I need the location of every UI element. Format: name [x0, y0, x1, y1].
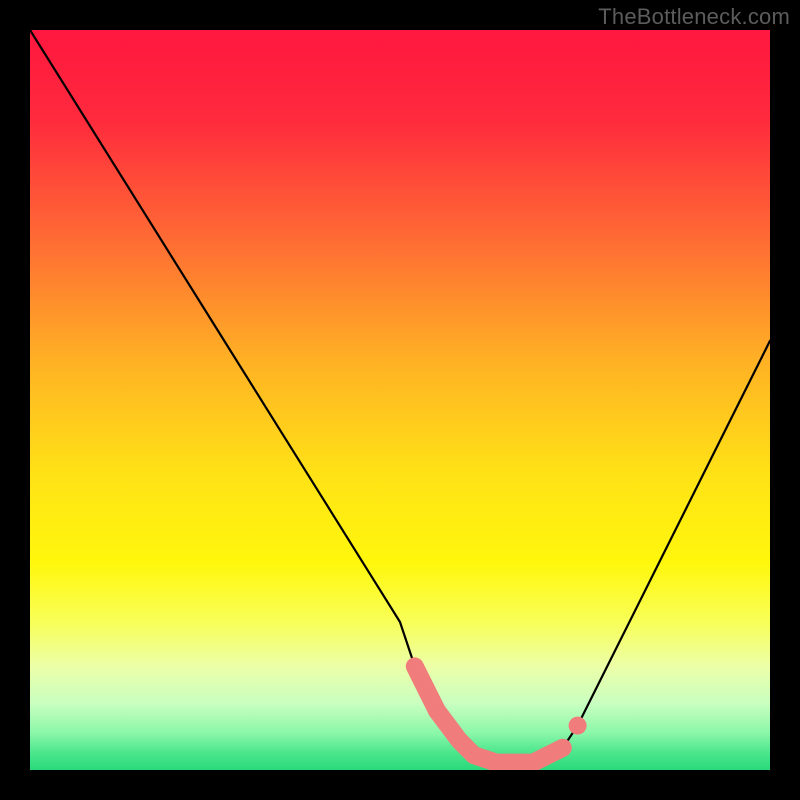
bottleneck-chart — [0, 0, 800, 800]
gradient-background — [30, 30, 770, 770]
chart-frame: TheBottleneck.com — [0, 0, 800, 800]
highlight-dot — [569, 717, 587, 735]
watermark-text: TheBottleneck.com — [598, 4, 790, 30]
